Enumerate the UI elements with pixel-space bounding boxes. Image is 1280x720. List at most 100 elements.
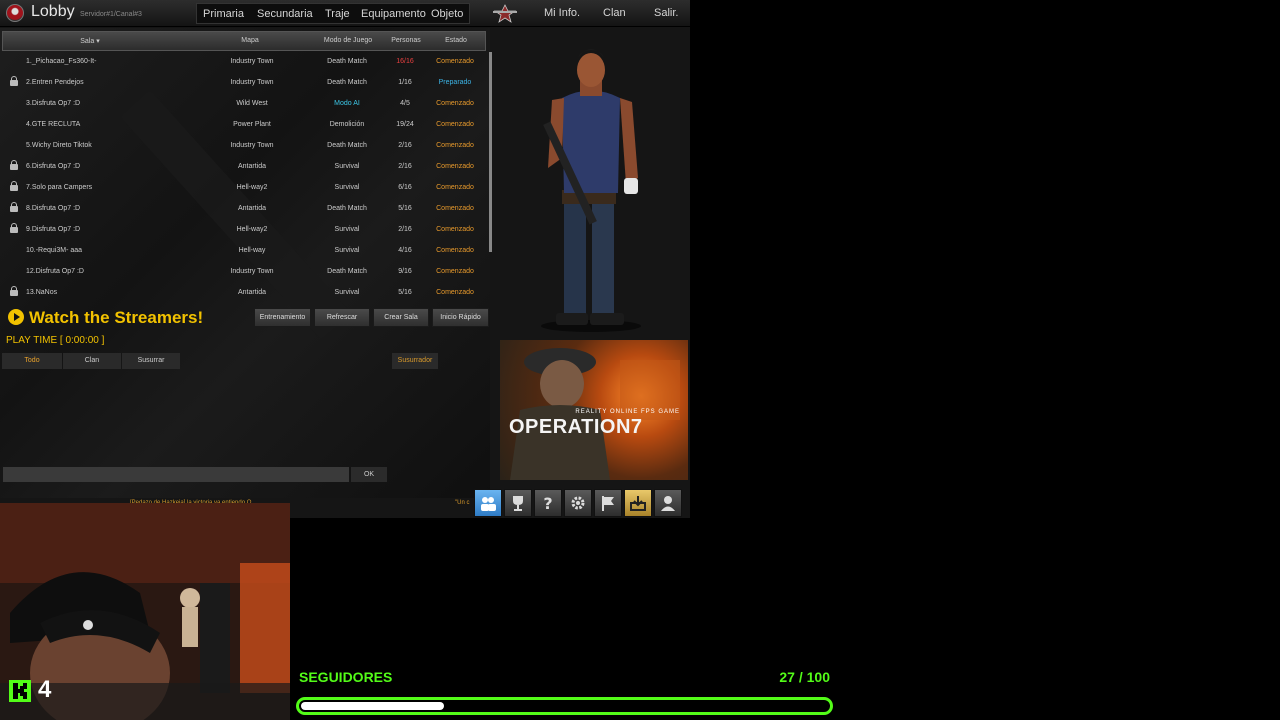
table-row[interactable]: 3.Disfruta Op7 :D Wild West Modo AI 4/5 Come… [2, 93, 486, 114]
nav-objeto[interactable]: Objeto [431, 8, 463, 20]
room-name: 10.-Requi3M- aaa [26, 247, 83, 254]
table-row[interactable]: 5.Wichy Direto Tiktok Industry Town Death … [2, 135, 486, 156]
header-mapa[interactable]: Mapa [225, 37, 275, 44]
room-status: Comenzado [436, 142, 474, 149]
followers-goal-label: SEGUIDORES [299, 669, 393, 685]
chat-ok-button[interactable]: OK [351, 467, 387, 482]
room-name: 8.Disfruta Op7 :D [26, 205, 81, 212]
training-button[interactable]: Entrenamiento [254, 308, 311, 327]
room-players: 5/16 [398, 289, 412, 296]
room-name: 9.Disfruta Op7 :D [26, 226, 81, 233]
room-name: 4.GTE RECLUTA [26, 121, 81, 128]
room-table: Sala ▾ Mapa Modo de Juego Personas Estad… [2, 31, 486, 303]
room-status: Comenzado [436, 100, 474, 107]
tab-todo[interactable]: Todo [2, 353, 62, 369]
refresh-button[interactable]: Refrescar [314, 308, 370, 327]
game-logo-icon [6, 4, 24, 22]
room-players: 4/5 [400, 100, 410, 107]
room-mode: Survival [334, 163, 360, 170]
room-status: Preparado [438, 79, 472, 86]
question-icon: ? [543, 494, 552, 512]
soldier-character-figure [541, 49, 641, 332]
nav-equipamento[interactable]: Equipamento [361, 8, 426, 20]
table-row[interactable]: 7.Solo para Campers Hell-way2 Survival 6/16… [2, 177, 486, 198]
room-mode: Death Match [327, 205, 367, 212]
equipment-nav: Primaria Secundaria Traje Equipamento Ob… [196, 3, 470, 24]
tab-susurrar[interactable]: Susurrar [122, 353, 180, 369]
friends-icon [481, 497, 496, 511]
table-row[interactable]: 1._Pichacao_Fs360-It- Industry Town Death … [2, 51, 486, 72]
my-info-link[interactable]: Mi Info. [544, 7, 580, 19]
tab-clan[interactable]: Clan [63, 353, 121, 369]
room-name: 13.NaNos [26, 289, 58, 296]
room-map: Industry Town [230, 142, 274, 149]
room-name: 1._Pichacao_Fs360-It- [26, 58, 97, 65]
room-mode: Death Match [327, 58, 367, 65]
nav-secundaria[interactable]: Secundaria [257, 8, 313, 20]
operation7-banner[interactable]: REALITY ONLINE FPS GAME OPERATION7 [500, 340, 688, 480]
room-map: Antartida [237, 205, 267, 212]
character-preview[interactable] [492, 28, 690, 336]
room-map: Industry Town [230, 268, 274, 275]
table-row[interactable]: 10.-Requi3M- aaa Hell-way Survival 4/16 Come… [2, 240, 486, 261]
server-channel: Servidor#1/Canal#3 [80, 11, 142, 18]
rank-emblem-icon[interactable] [491, 3, 519, 23]
header-estado[interactable]: Estado [431, 37, 481, 44]
table-row[interactable]: 13.NaNos Antartida Survival 5/16 Comenzado [2, 282, 486, 303]
room-name: 5.Wichy Direto Tiktok [26, 142, 92, 149]
whisper-target[interactable]: Susurrador [392, 353, 438, 369]
inventory-button[interactable] [624, 489, 652, 517]
header-sala[interactable]: Sala ▾ [63, 37, 117, 45]
room-status: Comenzado [436, 268, 474, 275]
quick-start-button[interactable]: Inicio Rápido [432, 308, 489, 327]
room-name: 6.Disfruta Op7 :D [26, 163, 81, 170]
room-map: Wild West [236, 100, 268, 107]
room-map: Antartida [237, 289, 267, 296]
flag-icon [602, 496, 614, 511]
room-map: Hell-way2 [236, 184, 268, 191]
lock-icon [10, 286, 18, 297]
table-row[interactable]: 9.Disfruta Op7 :D Hell-way2 Survival 2/16 Co… [2, 219, 486, 240]
exit-link[interactable]: Salir. [654, 7, 678, 19]
lock-icon [10, 160, 18, 171]
room-map: Industry Town [230, 58, 274, 65]
profile-button[interactable] [654, 489, 682, 517]
create-room-button[interactable]: Crear Sala [373, 308, 429, 327]
nav-primaria[interactable]: Primaria [203, 8, 244, 20]
table-row[interactable]: 12.Disfruta Op7 :D Industry Town Death Mat… [2, 261, 486, 282]
play-time: PLAY TIME [ 0:00:00 ] [6, 335, 105, 346]
chat-input[interactable] [3, 467, 349, 482]
room-mode: Demolición [329, 121, 365, 128]
clan-link[interactable]: Clan [603, 7, 626, 19]
table-row[interactable]: 6.Disfruta Op7 :D Antartida Survival 2/16 Co… [2, 156, 486, 177]
room-players: 2/16 [398, 226, 412, 233]
lock-icon [10, 202, 18, 213]
friends-button[interactable] [474, 489, 502, 517]
gear-icon [571, 496, 585, 510]
settings-button[interactable] [564, 489, 592, 517]
room-players: 19/24 [396, 121, 414, 128]
ranking-button[interactable] [504, 489, 532, 517]
room-mode: Modo AI [334, 100, 360, 107]
svg-text:?: ? [543, 494, 552, 512]
room-name: 12.Disfruta Op7 :D [26, 268, 84, 275]
help-button[interactable]: ? [534, 489, 562, 517]
room-players: 5/16 [398, 205, 412, 212]
lock-icon [10, 223, 18, 234]
header-personas[interactable]: Personas [386, 37, 426, 44]
table-row[interactable]: 8.Disfruta Op7 :D Antartida Death Match 5/1… [2, 198, 486, 219]
table-row[interactable]: 4.GTE RECLUTA Power Plant Demolición 19/24 C… [2, 114, 486, 135]
room-mode: Survival [334, 184, 360, 191]
room-map: Hell-way2 [236, 226, 268, 233]
header-modo[interactable]: Modo de Juego [308, 37, 388, 44]
banner-title: OPERATION7 [509, 416, 643, 438]
clan-flag-button[interactable] [594, 489, 622, 517]
table-row[interactable]: 2.Entren Pendejos Industry Town Death Matc… [2, 72, 486, 93]
room-players: 1/16 [398, 79, 412, 86]
game-window: Lobby Servidor#1/Canal#3 Primaria Secund… [0, 0, 690, 518]
room-mode: Death Match [327, 142, 367, 149]
room-map: Power Plant [233, 121, 271, 128]
room-status: Comenzado [436, 247, 474, 254]
nav-traje[interactable]: Traje [325, 8, 350, 20]
watch-streamers-banner[interactable]: Watch the Streamers! [8, 308, 203, 328]
